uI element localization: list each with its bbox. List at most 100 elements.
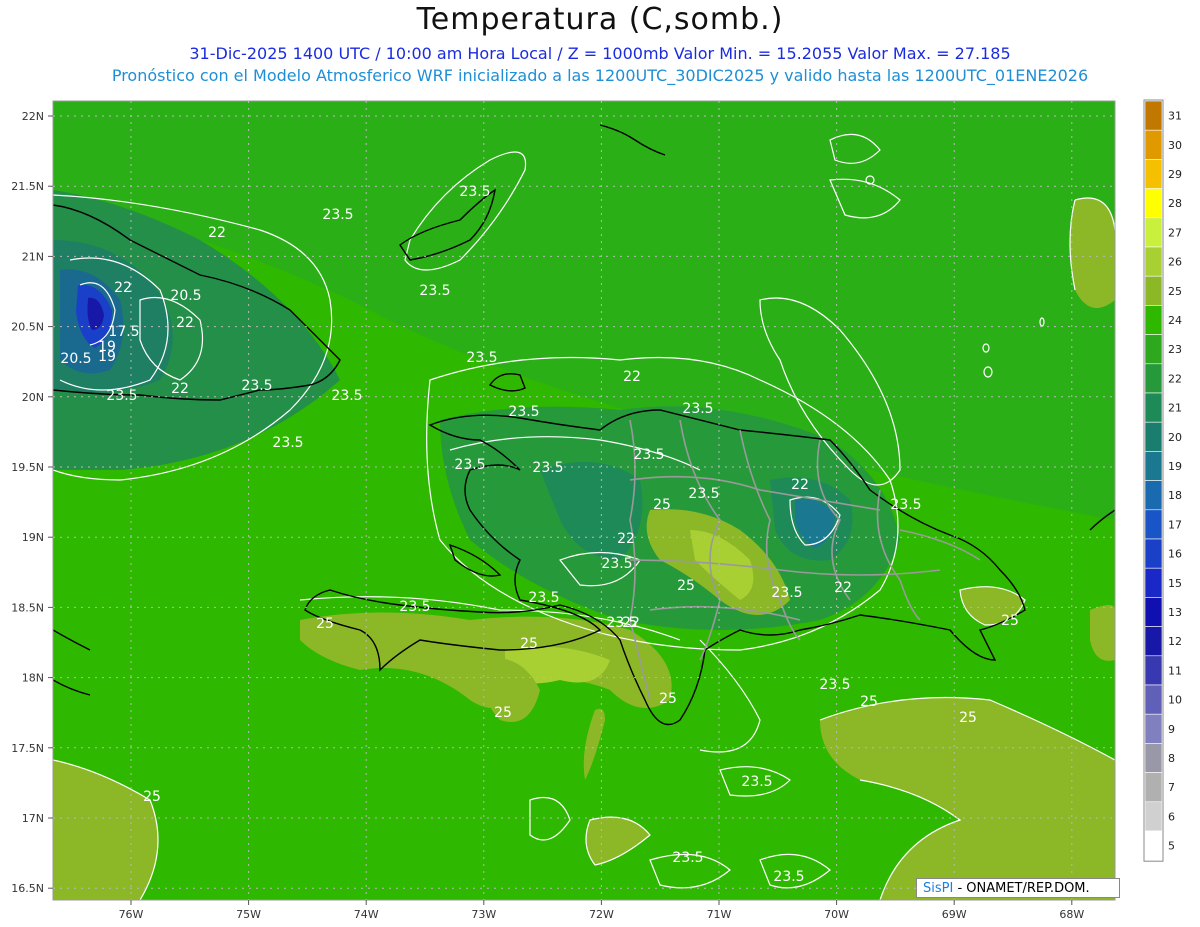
- lon-label: 69W: [942, 908, 967, 921]
- colorbar-swatch: [1144, 538, 1163, 569]
- credit-box: SisPI - ONAMET/REP.DOM.: [916, 878, 1120, 898]
- lat-label: 21N: [22, 250, 44, 263]
- colorbar-label: 9: [1168, 723, 1175, 736]
- colorbar-swatch: [1144, 597, 1163, 627]
- contour-label: 23.5: [106, 388, 137, 404]
- colorbar-swatch: [1144, 567, 1163, 598]
- colorbar-swatch: [1144, 480, 1163, 511]
- colorbar-swatch: [1144, 363, 1163, 394]
- lon-label: 73W: [471, 908, 496, 921]
- colorbar-label: 15: [1168, 577, 1182, 590]
- contour-label: 23.5: [606, 615, 637, 631]
- contour-label: 19: [98, 339, 116, 355]
- colorbar-swatch: [1144, 626, 1163, 657]
- contour-label: 22: [114, 280, 132, 296]
- contour-label: 23.5: [241, 378, 272, 394]
- colorbar-label: 11: [1168, 664, 1182, 677]
- colorbar-swatch: [1144, 743, 1163, 773]
- contour-label: 25: [520, 636, 538, 652]
- contour-label: 20.5: [170, 288, 201, 304]
- contour-label: 22: [834, 580, 852, 596]
- lon-label: 70W: [824, 908, 849, 921]
- colorbar-swatch: [1144, 509, 1163, 540]
- colorbar-label: 29: [1168, 168, 1182, 181]
- contour-label: 25: [959, 710, 977, 726]
- colorbar-swatch: [1144, 655, 1163, 686]
- colorbar-swatch: [1144, 129, 1163, 160]
- contour-label: 25: [143, 789, 161, 805]
- colorbar-label: 6: [1168, 810, 1175, 823]
- colorbar-label: 25: [1168, 285, 1182, 298]
- colorbar-swatch: [1144, 830, 1163, 861]
- colorbar-label: 23: [1168, 343, 1182, 356]
- colorbar: 31 30 29 28 27 26 25 24 23 22 21 20 19 18 17 16 15 13 12 11…: [1143, 99, 1182, 862]
- contour-label: 23.5: [601, 556, 632, 572]
- contour-label: 23.5: [773, 869, 804, 885]
- contour-label: 22: [617, 531, 635, 547]
- colorbar-label: 16: [1168, 548, 1182, 561]
- contour-label: 23.5: [454, 457, 485, 473]
- lat-label: 19.5N: [11, 461, 44, 474]
- lat-label: 20N: [22, 391, 44, 404]
- lat-label: 20.5N: [11, 321, 44, 334]
- lon-label: 68W: [1059, 908, 1084, 921]
- colorbar-label: 10: [1168, 694, 1182, 707]
- temperature-map: 23.52223.523.522 20.5221917.520.51923.5 22…: [11, 99, 1182, 921]
- colorbar-swatch: [1144, 159, 1163, 189]
- lat-label: 17N: [22, 812, 44, 825]
- contour-label: 23.5: [322, 207, 353, 223]
- colorbar-label: 12: [1168, 635, 1182, 648]
- contour-label: 23.5: [890, 497, 921, 513]
- colorbar-label: 20: [1168, 431, 1182, 444]
- contour-label: 22: [791, 477, 809, 493]
- contour-label: 23.5: [688, 486, 719, 502]
- colorbar-swatch: [1144, 451, 1163, 481]
- contour-label: 17.5: [108, 324, 139, 340]
- contour-label: 23.5: [272, 435, 303, 451]
- colorbar-swatch: [1144, 334, 1163, 365]
- colorbar-label: 31: [1168, 110, 1182, 123]
- contour-label: 23.5: [399, 599, 430, 615]
- colorbar-swatch: [1144, 684, 1163, 715]
- credit-brand: SisPI: [923, 881, 954, 896]
- contour-label: 23.5: [682, 401, 713, 417]
- latitude-labels: 22N 21.5N 21N 20.5N 20N 19.5N 19N 18.5N 18N 17.5N…: [11, 110, 44, 895]
- lat-label: 16.5N: [11, 882, 44, 895]
- colorbar-swatch: [1144, 713, 1163, 744]
- contour-label: 23.5: [672, 850, 703, 866]
- contour-label: 22: [208, 225, 226, 241]
- contour-label: 25: [659, 691, 677, 707]
- colorbar-label: 30: [1168, 139, 1182, 152]
- contour-label: 23.5: [459, 184, 490, 200]
- colorbar-label: 17: [1168, 518, 1182, 531]
- contour-label: 22: [171, 381, 189, 397]
- contour-label: 25: [494, 705, 512, 721]
- colorbar-swatch: [1144, 217, 1163, 248]
- lat-label: 19N: [22, 531, 44, 544]
- contour-label: 25: [1001, 613, 1019, 629]
- contour-label: 20.5: [60, 351, 91, 367]
- contour-label: 23.5: [819, 677, 850, 693]
- colorbar-label: 13: [1168, 606, 1182, 619]
- credit-org: - ONAMET/REP.DOM.: [953, 881, 1090, 896]
- contour-label: 23.5: [741, 774, 772, 790]
- contour-label: 25: [860, 694, 878, 710]
- colorbar-label: 22: [1168, 372, 1182, 385]
- contour-label: 23.5: [331, 388, 362, 404]
- colorbar-swatch: [1144, 246, 1163, 277]
- contour-label: 23.5: [633, 447, 664, 463]
- lon-label: 75W: [236, 908, 261, 921]
- contour-label: 23.5: [771, 585, 802, 601]
- lat-label: 22N: [22, 110, 44, 123]
- colorbar-swatch: [1144, 392, 1163, 423]
- contour-label: 25: [653, 497, 671, 513]
- contour-label: 25: [316, 616, 334, 632]
- lon-label: 71W: [707, 908, 732, 921]
- colorbar-swatch: [1144, 275, 1163, 306]
- colorbar-swatch: [1144, 188, 1163, 219]
- colorbar-label: 18: [1168, 489, 1182, 502]
- contour-label: 23.5: [528, 590, 559, 606]
- colorbar-swatch: [1144, 100, 1163, 131]
- colorbar-swatch: [1144, 801, 1163, 832]
- colorbar-swatch: [1144, 421, 1163, 452]
